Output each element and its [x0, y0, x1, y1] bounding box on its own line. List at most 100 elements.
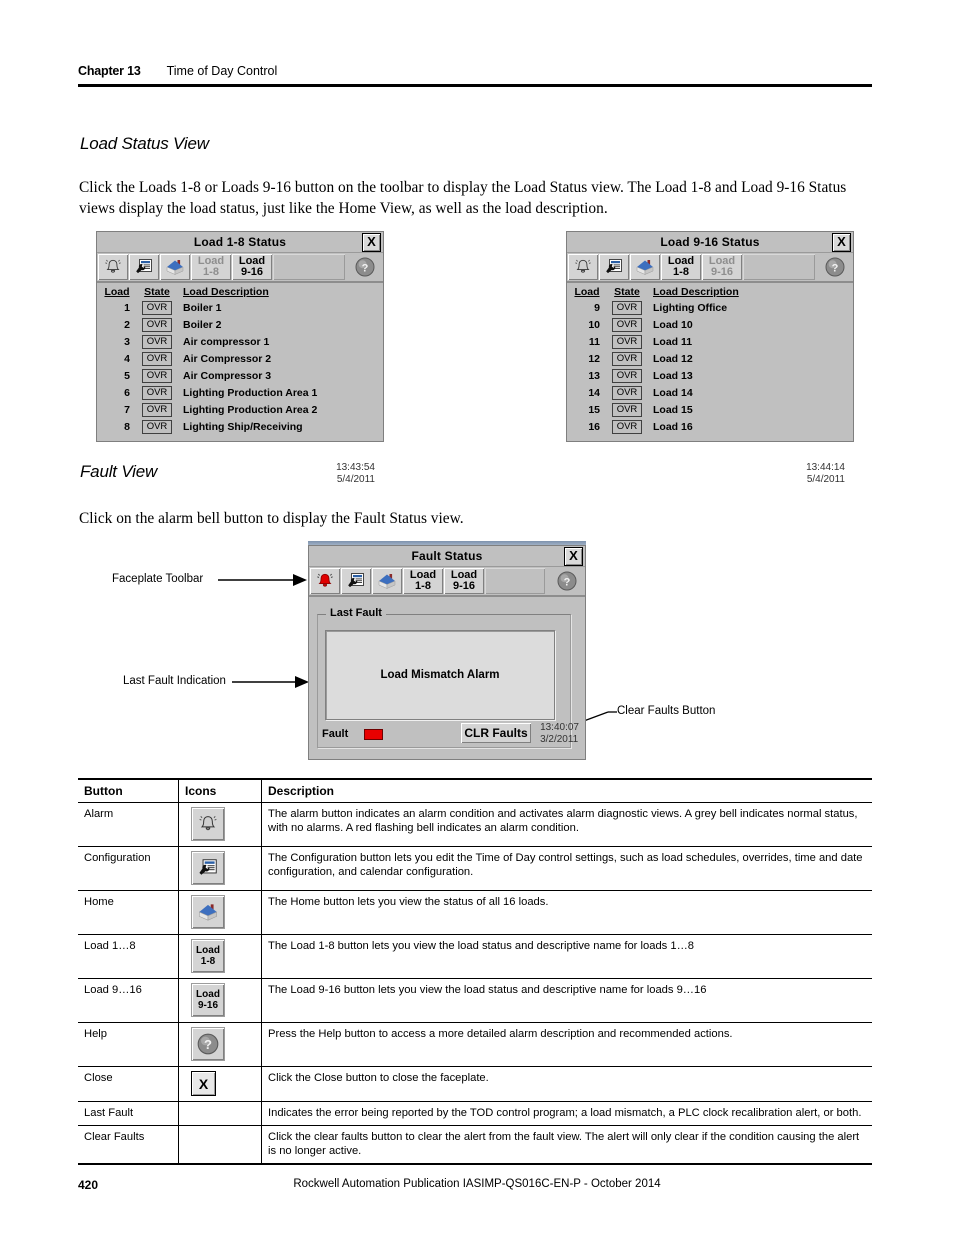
load-number: 2	[124, 318, 130, 331]
faceplate-fault-status[interactable]: Fault Status X Load 1-8 Load 9-16 ? Last…	[308, 545, 586, 760]
state-badge[interactable]: OVR	[612, 334, 642, 349]
load-1-8-button[interactable]: Load 1-8	[191, 254, 231, 280]
date-value: 5/4/2011	[806, 474, 845, 485]
time-value: 13:43:54	[336, 462, 375, 473]
state-badge[interactable]: OVR	[142, 300, 172, 315]
state-badge[interactable]: OVR	[142, 334, 172, 349]
button-reference-table: Button Icons Description Alarm The alarm …	[78, 778, 872, 1165]
help-button[interactable]: ?	[350, 254, 380, 280]
state-badge[interactable]: OVR	[142, 351, 172, 366]
column-header-description: Description	[261, 778, 872, 803]
fault-view-heading: Fault View	[80, 462, 158, 481]
home-button[interactable]	[372, 568, 402, 594]
timestamp: 13:44:14 5/4/2011	[806, 462, 845, 486]
state-badge[interactable]: OVR	[612, 317, 642, 332]
state-badge[interactable]: OVR	[142, 402, 172, 417]
load-description: Load 13	[653, 369, 693, 382]
table-row: 4 OVR Air Compressor 2	[97, 350, 383, 367]
button-description: The alarm button indicates an alarm cond…	[268, 808, 858, 834]
load-1-8-button[interactable]: Load 1-8	[661, 254, 701, 280]
footer-publication: Rockwell Automation Publication IASIMP-Q…	[293, 1178, 661, 1190]
table-row: 5 OVR Air Compressor 3	[97, 367, 383, 384]
load-9-16-button[interactable]: Load 9-16	[702, 254, 742, 280]
configuration-wrench-icon	[606, 259, 622, 274]
state-badge[interactable]: OVR	[142, 385, 172, 400]
home-icon	[199, 904, 217, 921]
state-badge[interactable]: OVR	[612, 419, 642, 434]
configuration-wrench-icon-button[interactable]	[191, 851, 225, 885]
load-9-16-icon[interactable]: Load 9-16	[191, 983, 225, 1017]
configuration-button[interactable]	[599, 254, 629, 280]
load-number: 9	[594, 301, 600, 314]
home-button[interactable]	[160, 254, 190, 280]
help-question-icon-button[interactable]: ?	[191, 1027, 225, 1061]
faceplate-titlebar: Fault Status X	[309, 546, 585, 567]
load-1-8-button[interactable]: Load 1-8	[403, 568, 443, 594]
table-row: Help? Press the Help button to access a m…	[78, 1022, 872, 1067]
home-button[interactable]	[630, 254, 660, 280]
state-badge[interactable]: OVR	[612, 368, 642, 383]
alarm-bell-icon-button[interactable]	[191, 807, 225, 841]
help-button[interactable]: ?	[820, 254, 850, 280]
alarm-button[interactable]	[568, 254, 598, 280]
state-badge[interactable]: OVR	[142, 317, 172, 332]
page-header: Chapter 13 Time of Day Control	[78, 64, 872, 87]
column-header-state: State	[144, 286, 170, 298]
state-badge[interactable]: OVR	[612, 402, 642, 417]
state-badge[interactable]: OVR	[612, 385, 642, 400]
button-description: Click the Close button to close the face…	[268, 1072, 489, 1084]
faceplate-load-9-16[interactable]: Load 9-16 Status X Load 1-8 Load 9-16 ? …	[566, 231, 854, 485]
icon-label-line2: 1-8	[200, 956, 216, 967]
load-description: Load 15	[653, 403, 693, 416]
configuration-wrench-icon	[348, 573, 364, 588]
table-row: Clear Faults Click the clear faults butto…	[78, 1125, 872, 1165]
help-question-icon: ?	[557, 571, 577, 591]
load-table-header: Load State Load Description	[567, 286, 853, 299]
button-description: Press the Help button to access a more d…	[268, 1028, 733, 1040]
load-1-8-label-line2: 1-8	[415, 580, 431, 592]
home-icon	[378, 574, 396, 589]
button-description: The Load 1-8 button lets you view the lo…	[268, 940, 694, 952]
load-1-8-icon[interactable]: Load 1-8	[191, 939, 225, 973]
icon-cell	[185, 895, 255, 929]
load-9-16-button[interactable]: Load 9-16	[444, 568, 484, 594]
help-question-icon: ?	[355, 257, 375, 277]
configuration-button[interactable]	[129, 254, 159, 280]
clear-faults-button[interactable]: CLR Faults	[461, 723, 531, 743]
icon-label-line1: Load	[196, 945, 220, 956]
close-x-icon[interactable]: X	[191, 1071, 216, 1096]
state-badge[interactable]: OVR	[142, 419, 172, 434]
faceplate-load-1-8[interactable]: Load 1-8 Status X Load 1-8 Load 9-16 ? L…	[96, 231, 384, 485]
table-row: 2 OVR Boiler 2	[97, 316, 383, 333]
load-status-paragraph: Click the Loads 1-8 or Loads 9-16 button…	[79, 179, 847, 217]
home-icon-button[interactable]	[191, 895, 225, 929]
table-row: 6 OVR Lighting Production Area 1	[97, 384, 383, 401]
home-icon	[636, 260, 654, 275]
svg-text:?: ?	[204, 1037, 212, 1052]
date-value: 5/4/2011	[336, 474, 375, 485]
column-header-state: State	[614, 286, 640, 298]
state-badge[interactable]: OVR	[142, 368, 172, 383]
table-row: 11 OVR Load 11	[567, 333, 853, 350]
configuration-button[interactable]	[341, 568, 371, 594]
table-header-row: Button Icons Description	[78, 778, 872, 803]
alarm-bell-icon	[105, 259, 121, 273]
state-badge[interactable]: OVR	[612, 300, 642, 315]
table-row: 7 OVR Lighting Production Area 2	[97, 401, 383, 418]
annotation-clear-faults-button: Clear Faults Button	[617, 705, 716, 717]
button-name: Configuration	[84, 852, 151, 864]
icon-cell: X	[185, 1071, 255, 1096]
button-description: The Configuration button lets you edit t…	[268, 852, 863, 878]
close-icon[interactable]: X	[362, 233, 381, 252]
close-icon[interactable]: X	[564, 547, 583, 566]
svg-text:?: ?	[362, 263, 369, 275]
load-description: Load 10	[653, 318, 693, 331]
close-icon[interactable]: X	[832, 233, 851, 252]
icon-cell: Load 1-8	[185, 939, 255, 973]
alarm-button[interactable]	[310, 568, 340, 594]
help-button[interactable]: ?	[552, 568, 582, 594]
load-9-16-button[interactable]: Load 9-16	[232, 254, 272, 280]
state-badge[interactable]: OVR	[612, 351, 642, 366]
alarm-button[interactable]	[98, 254, 128, 280]
load-number: 8	[124, 420, 130, 433]
